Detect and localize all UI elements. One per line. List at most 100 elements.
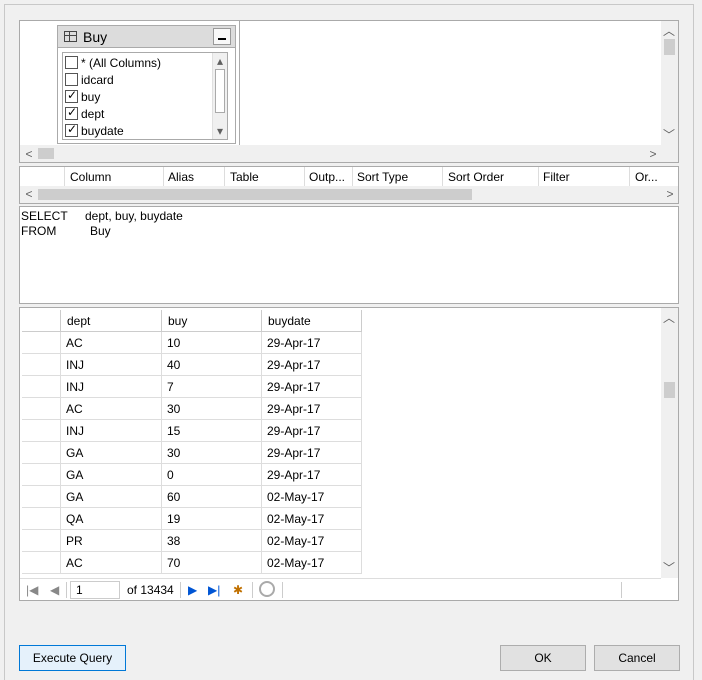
row-header[interactable] <box>22 398 61 420</box>
table-row[interactable]: GA 60 02-May-17 <box>22 486 362 508</box>
cancel-button[interactable]: Cancel <box>594 645 680 671</box>
table-cell[interactable]: GA <box>61 464 162 486</box>
criteria-col-sort-order[interactable]: Sort Order <box>448 170 504 184</box>
table-cell[interactable]: 29-Apr-17 <box>262 442 362 464</box>
new-row-icon[interactable]: ✱ <box>233 583 243 597</box>
table-cell[interactable]: AC <box>61 552 162 574</box>
table-cell[interactable]: GA <box>61 442 162 464</box>
table-row[interactable]: PR 38 02-May-17 <box>22 530 362 552</box>
scroll-right-icon[interactable]: > <box>646 148 660 160</box>
last-page-icon[interactable]: ▶| <box>208 583 220 597</box>
table-cell[interactable]: QA <box>61 508 162 530</box>
scroll-up-icon[interactable]: ︿ <box>662 312 676 324</box>
table-cell[interactable]: 0 <box>162 464 262 486</box>
minimize-button[interactable] <box>213 28 231 45</box>
criteria-col-filter[interactable]: Filter <box>543 170 570 184</box>
sql-pane[interactable]: SELECT dept, buy, buydate FROM Buy <box>19 206 679 304</box>
row-header[interactable] <box>22 442 61 464</box>
table-cell[interactable]: 02-May-17 <box>262 486 362 508</box>
column-item-dept[interactable]: dept <box>65 105 104 122</box>
scroll-thumb[interactable] <box>38 148 54 159</box>
table-cell[interactable]: 29-Apr-17 <box>262 332 362 354</box>
table-row[interactable]: AC 70 02-May-17 <box>22 552 362 574</box>
row-header[interactable] <box>22 552 61 574</box>
next-page-icon[interactable]: ▶ <box>188 583 197 597</box>
row-header[interactable] <box>22 354 61 376</box>
table-row[interactable]: AC 30 29-Apr-17 <box>22 398 362 420</box>
table-cell[interactable]: 15 <box>162 420 262 442</box>
criteria-col-output[interactable]: Outp... <box>309 170 345 184</box>
row-header[interactable] <box>22 464 61 486</box>
criteria-col-alias[interactable]: Alias <box>168 170 194 184</box>
table-cell[interactable]: 29-Apr-17 <box>262 398 362 420</box>
table-row[interactable]: QA 19 02-May-17 <box>22 508 362 530</box>
column-checkbox[interactable] <box>65 105 78 120</box>
previous-page-icon[interactable]: ◀ <box>50 583 59 597</box>
ok-button[interactable]: OK <box>500 645 586 671</box>
table-cell[interactable]: 30 <box>162 398 262 420</box>
criteria-col-sort-type[interactable]: Sort Type <box>357 170 408 184</box>
header-dept[interactable]: dept <box>61 310 162 332</box>
table-cell[interactable]: INJ <box>61 376 162 398</box>
column-checkbox[interactable] <box>65 56 78 69</box>
table-cell[interactable]: 02-May-17 <box>262 530 362 552</box>
row-header[interactable] <box>22 486 61 508</box>
results-vscroll[interactable]: ︿ ﹀ <box>661 308 678 578</box>
table-cell[interactable]: 40 <box>162 354 262 376</box>
scroll-up-icon[interactable]: ︿ <box>662 25 676 37</box>
table-cell[interactable]: 02-May-17 <box>262 552 362 574</box>
scroll-down-icon[interactable]: ▾ <box>213 125 227 137</box>
diagram-hscroll[interactable]: < > <box>20 145 678 162</box>
scroll-down-icon[interactable]: ﹀ <box>662 129 676 141</box>
header-buy[interactable]: buy <box>162 310 262 332</box>
row-header[interactable] <box>22 332 61 354</box>
table-row[interactable]: INJ 40 29-Apr-17 <box>22 354 362 376</box>
table-cell[interactable]: 60 <box>162 486 262 508</box>
diagram-pane[interactable]: Buy * (All Columns) idcard buy dept <box>19 20 679 163</box>
scroll-left-icon[interactable]: < <box>22 148 36 160</box>
criteria-hscroll[interactable]: < > <box>20 186 678 203</box>
table-row[interactable]: INJ 15 29-Apr-17 <box>22 420 362 442</box>
criteria-col-or[interactable]: Or... <box>635 170 658 184</box>
column-checkbox[interactable] <box>65 122 78 137</box>
table-cell[interactable]: PR <box>61 530 162 552</box>
table-cell[interactable]: 29-Apr-17 <box>262 354 362 376</box>
results-pane[interactable]: dept buy buydate AC 10 29-Apr-17 INJ 40 29-Ap… <box>19 307 679 601</box>
table-box-header[interactable]: Buy <box>58 26 235 48</box>
table-cell[interactable]: 7 <box>162 376 262 398</box>
row-header-corner[interactable] <box>22 310 61 332</box>
first-page-icon[interactable]: |◀ <box>26 583 38 597</box>
row-header[interactable] <box>22 530 61 552</box>
scroll-left-icon[interactable]: < <box>22 188 36 200</box>
column-list[interactable]: * (All Columns) idcard buy dept buydate … <box>62 52 228 140</box>
table-cell[interactable]: 10 <box>162 332 262 354</box>
criteria-col-table[interactable]: Table <box>230 170 259 184</box>
page-number-input[interactable]: 1 <box>70 581 120 599</box>
diagram-vscroll[interactable]: ︿ ﹀ <box>661 21 678 145</box>
scroll-thumb[interactable] <box>38 189 472 200</box>
table-cell[interactable]: 38 <box>162 530 262 552</box>
table-cell[interactable]: 19 <box>162 508 262 530</box>
table-row[interactable]: INJ 7 29-Apr-17 <box>22 376 362 398</box>
table-row[interactable]: GA 0 29-Apr-17 <box>22 464 362 486</box>
scroll-thumb[interactable] <box>664 382 675 398</box>
criteria-col-column[interactable]: Column <box>70 170 111 184</box>
scroll-up-icon[interactable]: ▴ <box>213 55 227 67</box>
table-cell[interactable]: GA <box>61 486 162 508</box>
execute-query-button[interactable]: Execute Query <box>19 645 126 671</box>
scroll-thumb[interactable] <box>215 69 225 113</box>
scroll-thumb[interactable] <box>664 39 675 55</box>
row-header[interactable] <box>22 376 61 398</box>
column-item-buydate[interactable]: buydate <box>65 122 124 139</box>
column-checkbox[interactable] <box>65 88 78 103</box>
column-checkbox[interactable] <box>65 73 78 86</box>
criteria-pane[interactable]: Column Alias Table Outp... Sort Type Sor… <box>19 166 679 204</box>
row-header[interactable] <box>22 508 61 530</box>
table-cell[interactable]: 70 <box>162 552 262 574</box>
column-list-scrollbar[interactable]: ▴ ▾ <box>212 53 227 139</box>
table-box-buy[interactable]: Buy * (All Columns) idcard buy dept <box>57 25 236 144</box>
row-header[interactable] <box>22 420 61 442</box>
column-item-buy[interactable]: buy <box>65 88 100 105</box>
table-cell[interactable]: AC <box>61 398 162 420</box>
scroll-right-icon[interactable]: > <box>663 188 677 200</box>
